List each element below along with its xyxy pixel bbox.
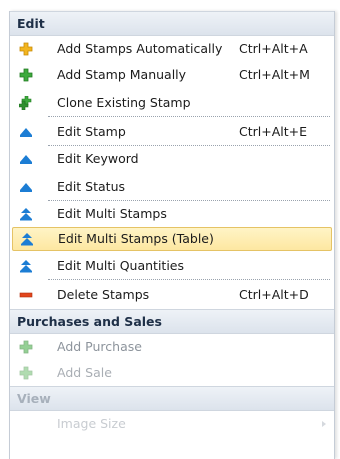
blue-triangle-icon	[20, 155, 32, 164]
menu-item-shortcut: Ctrl+Alt+A	[239, 41, 308, 56]
section-header-purchases-and-sales: Purchases and Sales	[10, 309, 334, 334]
green-plus-icon	[19, 68, 33, 82]
double-triangle-icon	[20, 208, 32, 221]
menu-item-label: Add Stamps Automatically	[57, 41, 223, 56]
green-plus-icon	[19, 366, 33, 380]
menu-item-label: Edit Multi Quantities	[57, 258, 185, 273]
menu-item-add-purchase[interactable]: Add Purchase	[10, 334, 334, 360]
section-header-view: View	[10, 386, 334, 411]
menu-item-label: Clone Existing Stamp	[57, 95, 191, 110]
menu-item-delete-stamps[interactable]: Delete Stamps Ctrl+Alt+D	[10, 280, 334, 309]
red-minus-icon	[19, 292, 33, 297]
menu-item-add-stamp-manually[interactable]: Add Stamp Manually Ctrl+Alt+M	[10, 62, 334, 88]
menu-item-label: Edit Stamp	[57, 124, 126, 139]
menu-item-label: Image Size	[57, 416, 126, 431]
menu-item-edit-stamp[interactable]: Edit Stamp Ctrl+Alt+E	[10, 117, 334, 146]
double-triangle-icon	[20, 259, 32, 272]
menu-item-label: Edit Multi Stamps	[57, 206, 167, 221]
menu-item-add-sale[interactable]: Add Sale	[10, 360, 334, 386]
blue-triangle-icon	[20, 127, 32, 137]
section-header-edit: Edit	[10, 11, 334, 36]
menu-item-image-size[interactable]: Image Size	[10, 411, 334, 437]
blue-triangle-icon	[20, 182, 32, 192]
menu-item-label: Edit Multi Stamps (Table)	[58, 231, 214, 246]
submenu-arrow-icon	[322, 421, 326, 427]
menu-item-edit-status[interactable]: Edit Status	[10, 172, 334, 201]
menu-item-edit-multi-stamps-table[interactable]: Edit Multi Stamps (Table)	[12, 227, 332, 251]
menu-item-edit-multi-quantities[interactable]: Edit Multi Quantities	[10, 251, 334, 280]
menu-item-label: Add Sale	[57, 365, 112, 380]
menu-item-label: Add Purchase	[57, 339, 142, 354]
menu-item-clone-existing-stamp[interactable]: Clone Existing Stamp	[10, 88, 334, 117]
double-triangle-icon	[21, 233, 33, 246]
menu-item-add-stamps-automatically[interactable]: Add Stamps Automatically Ctrl+Alt+A	[10, 36, 334, 62]
menu-item-shortcut: Ctrl+Alt+D	[239, 287, 309, 302]
menu-item-label: Edit Keyword	[57, 151, 139, 166]
menu-item-label: Delete Stamps	[57, 287, 150, 302]
green-plus-icon	[19, 340, 33, 354]
menu-item-edit-multi-stamps[interactable]: Edit Multi Stamps	[10, 201, 334, 227]
menu-item-shortcut: Ctrl+Alt+E	[239, 124, 308, 139]
clone-plus-icon	[19, 95, 32, 110]
yellow-plus-icon	[19, 42, 33, 56]
edit-context-menu: Edit Add Stamps Automatically Ctrl+Alt+A…	[9, 11, 335, 459]
menu-item-label: Add Stamp Manually	[57, 67, 187, 82]
menu-item-shortcut: Ctrl+Alt+M	[239, 67, 310, 82]
menu-item-edit-keyword[interactable]: Edit Keyword	[10, 146, 334, 172]
menu-item-label: Edit Status	[57, 179, 126, 194]
